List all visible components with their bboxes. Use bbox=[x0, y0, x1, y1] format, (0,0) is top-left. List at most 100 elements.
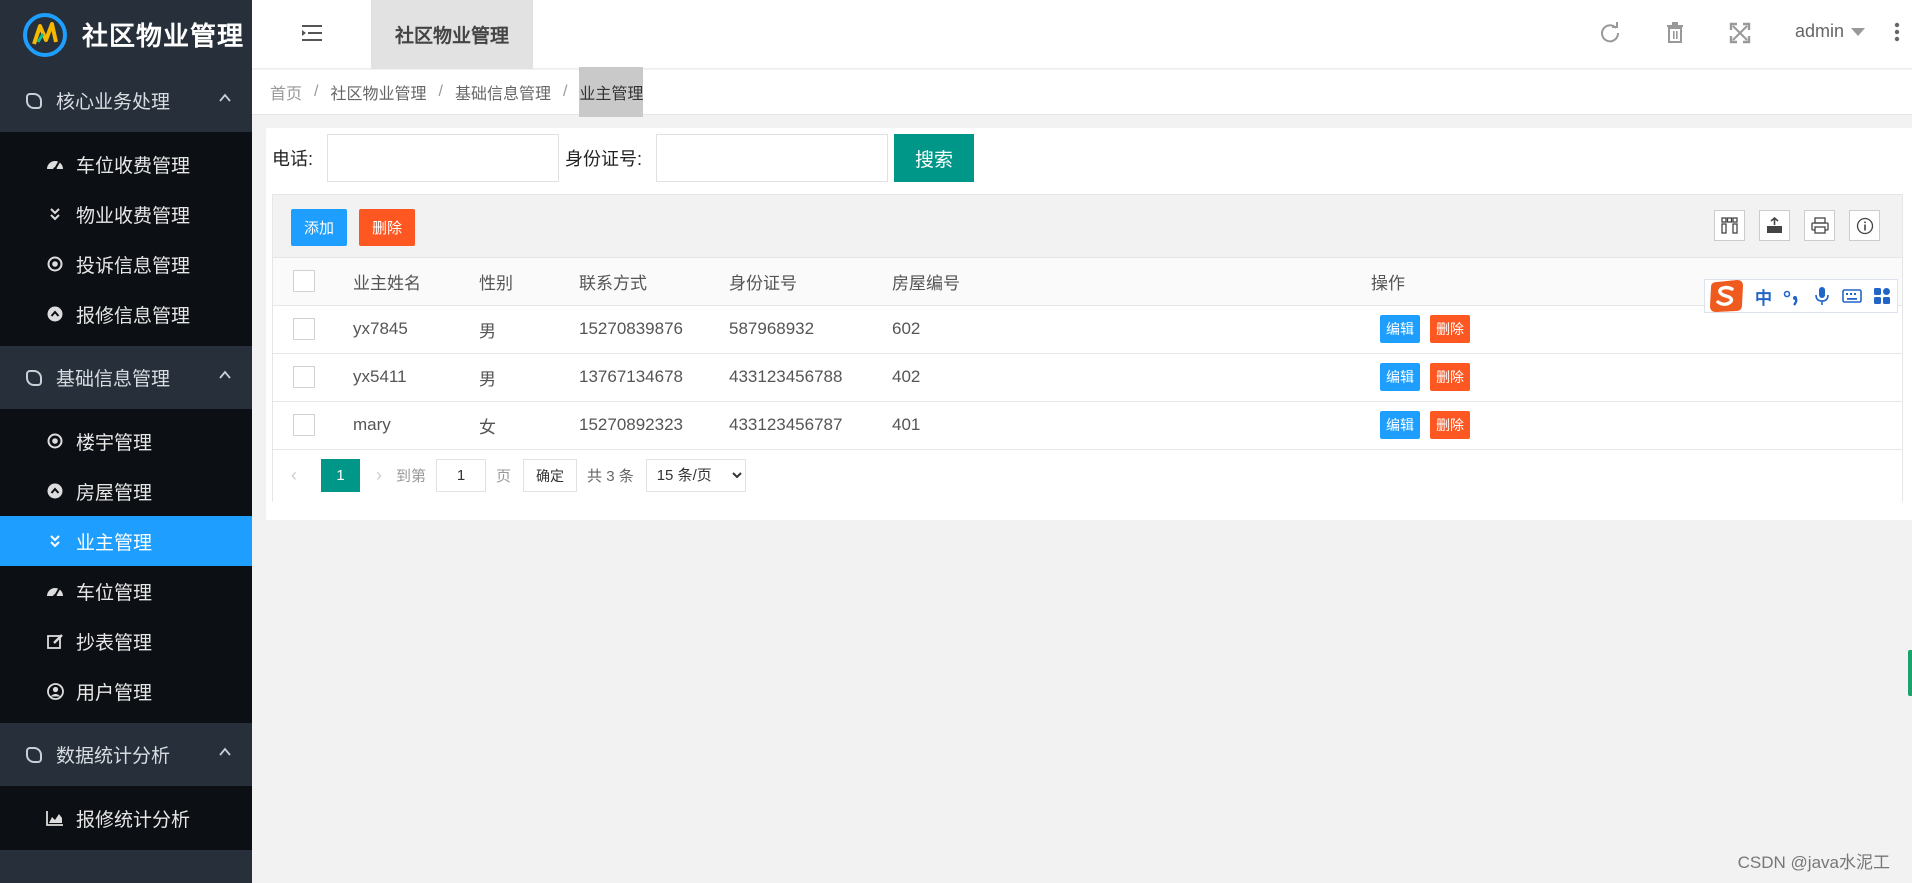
sidebar-item[interactable]: 房屋管理 bbox=[0, 466, 252, 516]
tab-active[interactable]: 社区物业管理 bbox=[371, 0, 533, 69]
column-header[interactable]: 身份证号 bbox=[729, 258, 892, 306]
edge-handle[interactable] bbox=[1908, 650, 1912, 696]
columns-filter-icon[interactable] bbox=[1714, 210, 1745, 241]
chevron-up-icon[interactable] bbox=[218, 91, 232, 105]
up-circle-icon bbox=[46, 305, 64, 323]
owner-house: 402 bbox=[892, 353, 1371, 402]
delete-button[interactable]: 删除 bbox=[1430, 411, 1470, 439]
sidebar-item[interactable]: 抄表管理 bbox=[0, 616, 252, 666]
content-card: 电话: 身份证号: 搜索 添加 删除 业主姓名 性别 联系方式 身份证号 房屋编… bbox=[266, 128, 1912, 520]
user-menu[interactable]: admin bbox=[1795, 21, 1844, 42]
toolbox-grid-icon[interactable] bbox=[1872, 286, 1892, 306]
owner-name: yx5411 bbox=[353, 353, 479, 402]
delete-button[interactable]: 删除 bbox=[1430, 363, 1470, 391]
sidebar-item-label: 抄表管理 bbox=[76, 632, 153, 654]
keyboard-icon[interactable] bbox=[1842, 286, 1862, 306]
prev-page-icon[interactable]: ‹ bbox=[291, 465, 311, 486]
owner-phone: 15270839876 bbox=[579, 305, 729, 354]
chevron-down-icon[interactable] bbox=[1851, 28, 1865, 36]
nav-group-label: 数据统计分析 bbox=[56, 746, 171, 767]
owner-idcard: 433123456788 bbox=[729, 353, 892, 402]
edit-button[interactable]: 编辑 bbox=[1380, 363, 1420, 391]
goto-confirm-button[interactable]: 确定 bbox=[523, 459, 578, 492]
nav-group-icon bbox=[26, 746, 42, 763]
current-page[interactable]: 1 bbox=[321, 459, 360, 492]
sidebar-item[interactable]: 楼宇管理 bbox=[0, 416, 252, 466]
edit-button[interactable]: 编辑 bbox=[1380, 315, 1420, 343]
watermark: CSDN @java水泥工 bbox=[1737, 853, 1890, 872]
chevron-up-icon[interactable] bbox=[218, 368, 232, 382]
batch-delete-button[interactable]: 删除 bbox=[359, 209, 416, 246]
column-header[interactable]: 房屋编号 bbox=[892, 258, 1371, 306]
sidebar-item-label: 楼宇管理 bbox=[76, 432, 153, 454]
search-button[interactable]: 搜索 bbox=[894, 134, 975, 182]
nav-submenu: 报修统计分析 bbox=[0, 786, 252, 850]
sidebar-item[interactable]: 业主管理 bbox=[0, 516, 252, 566]
page-unit-label: 页 bbox=[496, 468, 512, 485]
double-chevron-icon bbox=[46, 532, 64, 550]
sidebar-item[interactable]: 物业收费管理 bbox=[0, 189, 252, 239]
refresh-icon[interactable] bbox=[1599, 22, 1621, 44]
breadcrumb-separator: / bbox=[562, 83, 568, 100]
breadcrumb-item[interactable]: 基础信息管理 bbox=[455, 80, 551, 104]
table-row: yx7845 男 15270839876 587968932 602 编辑 删除 bbox=[273, 305, 1902, 354]
sidebar-item[interactable]: 投诉信息管理 bbox=[0, 239, 252, 289]
next-page-icon[interactable]: › bbox=[376, 465, 396, 486]
column-header[interactable]: 业主姓名 bbox=[353, 258, 479, 306]
chevron-up-icon[interactable] bbox=[218, 745, 232, 759]
column-header[interactable]: 性别 bbox=[479, 258, 579, 306]
column-header[interactable]: 联系方式 bbox=[579, 258, 729, 306]
sidebar-item-label: 业主管理 bbox=[76, 532, 153, 554]
owner-phone: 15270892323 bbox=[579, 401, 729, 450]
row-checkbox[interactable] bbox=[293, 366, 315, 388]
microphone-icon[interactable] bbox=[1812, 286, 1832, 306]
nav-group-header[interactable]: 数据统计分析 bbox=[0, 723, 252, 786]
dashboard-icon bbox=[46, 582, 64, 600]
sogou-logo-icon[interactable] bbox=[1707, 279, 1745, 313]
page-size-select[interactable]: 15 条/页 bbox=[645, 459, 746, 492]
edit-button[interactable]: 编辑 bbox=[1380, 411, 1420, 439]
menu-toggle-icon[interactable] bbox=[302, 24, 322, 42]
idcard-input[interactable] bbox=[656, 134, 889, 182]
sidebar-item[interactable]: 车位收费管理 bbox=[0, 139, 252, 189]
punctuation-icon[interactable] bbox=[1782, 286, 1802, 306]
sidebar-item[interactable]: 报修信息管理 bbox=[0, 289, 252, 339]
breadcrumb-item[interactable]: 社区物业管理 bbox=[330, 80, 426, 104]
idcard-label: 身份证号: bbox=[565, 149, 643, 169]
trash-icon[interactable] bbox=[1664, 22, 1686, 44]
radio-circle-icon bbox=[46, 432, 64, 450]
export-icon[interactable] bbox=[1759, 210, 1790, 241]
row-checkbox[interactable] bbox=[293, 318, 315, 340]
sidebar-item[interactable]: 用户管理 bbox=[0, 666, 252, 716]
sidebar-item-label: 车位管理 bbox=[76, 582, 153, 604]
sidebar-item-label: 车位收费管理 bbox=[76, 155, 191, 177]
ime-mode-toggle[interactable]: 中 bbox=[1755, 284, 1772, 309]
ime-toolbar: 中 bbox=[1704, 279, 1898, 313]
nav-group-header[interactable]: 基础信息管理 bbox=[0, 346, 252, 409]
fullscreen-icon[interactable] bbox=[1729, 22, 1751, 44]
table-row: yx5411 男 13767134678 433123456788 402 编辑… bbox=[273, 353, 1902, 402]
sidebar: 社区物业管理 核心业务处理车位收费管理物业收费管理 投诉信息管理 报修信息管理基础信… bbox=[0, 0, 252, 883]
owner-gender: 女 bbox=[479, 401, 579, 450]
owner-idcard: 433123456787 bbox=[729, 401, 892, 450]
owner-house: 401 bbox=[892, 401, 1371, 450]
print-icon[interactable] bbox=[1804, 210, 1835, 241]
delete-button[interactable]: 删除 bbox=[1430, 315, 1470, 343]
sidebar-item[interactable]: 车位管理 bbox=[0, 566, 252, 616]
more-vertical-icon[interactable] bbox=[1894, 22, 1900, 42]
owner-gender: 男 bbox=[479, 305, 579, 354]
breadcrumb-home[interactable]: 首页 bbox=[270, 80, 302, 104]
nav-group-label: 核心业务处理 bbox=[56, 92, 171, 113]
phone-input[interactable] bbox=[327, 134, 560, 182]
info-icon[interactable] bbox=[1849, 210, 1880, 241]
nav-submenu: 楼宇管理房屋管理业主管理车位管理抄表管理用户管理 bbox=[0, 409, 252, 723]
sidebar-item[interactable]: 报修统计分析 bbox=[0, 793, 252, 843]
row-checkbox[interactable] bbox=[293, 414, 315, 436]
add-button[interactable]: 添加 bbox=[291, 209, 348, 246]
goto-page-input[interactable] bbox=[436, 459, 487, 492]
select-all-checkbox[interactable] bbox=[293, 270, 315, 293]
nav-group-header[interactable]: 核心业务处理 bbox=[0, 69, 252, 132]
sidebar-item-label: 用户管理 bbox=[76, 682, 153, 704]
double-chevron-icon bbox=[46, 205, 64, 223]
logo[interactable]: 社区物业管理 bbox=[0, 0, 252, 69]
